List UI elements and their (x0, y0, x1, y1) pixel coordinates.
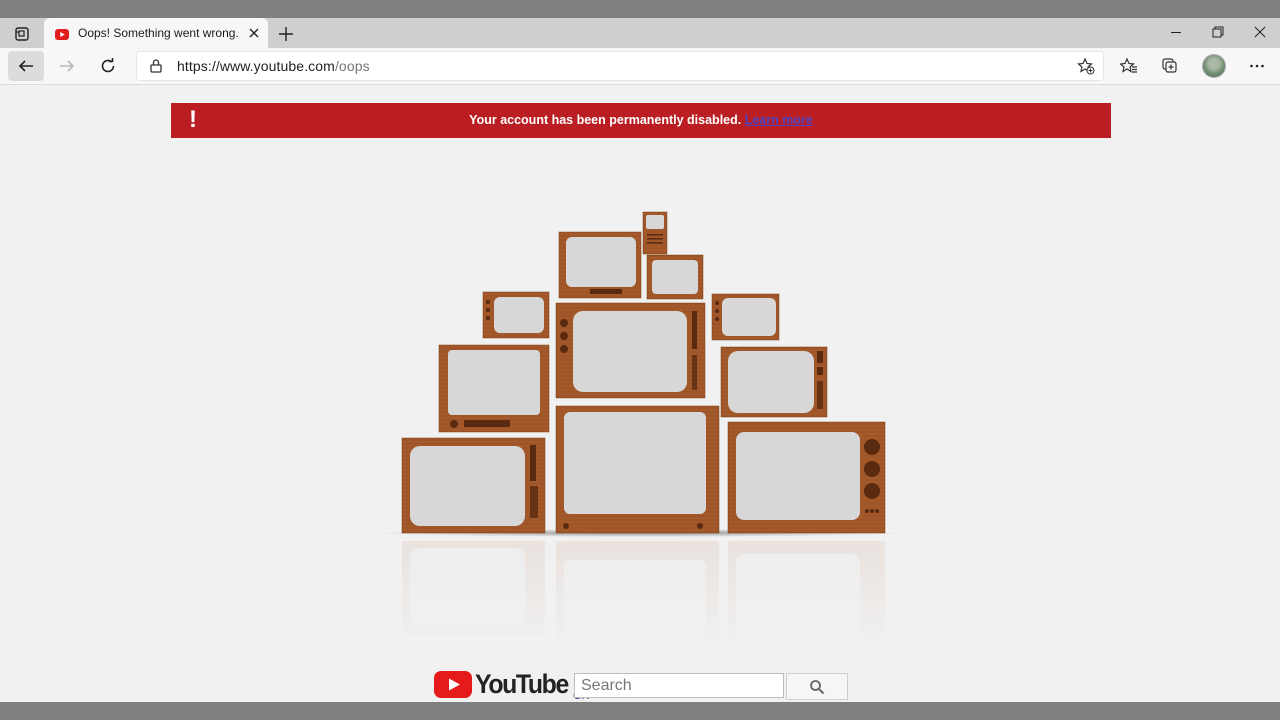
youtube-favicon (55, 27, 69, 45)
profile-avatar[interactable] (1202, 54, 1226, 78)
page-content: ! Your account has been permanently disa… (0, 85, 1280, 702)
url-text: https://www.youtube.com/oops (177, 58, 370, 74)
favorites-icon[interactable] (1111, 51, 1147, 81)
collections-icon[interactable] (1152, 51, 1188, 81)
browser-toolbar: https://www.youtube.com/oops (0, 48, 1280, 85)
restore-icon[interactable] (1196, 18, 1240, 46)
learn-more-link[interactable]: Learn more (745, 113, 813, 127)
error-banner: ! Your account has been permanently disa… (171, 103, 1111, 138)
tab-strip: Oops! Something went wrong. - (0, 18, 1280, 48)
youtube-wordmark: YouTube (475, 669, 569, 699)
banner-message: Your account has been permanently disabl… (469, 113, 813, 127)
youtube-logo[interactable]: YouTube GR (434, 669, 589, 702)
add-favorite-icon[interactable] (1077, 57, 1095, 80)
window-close-icon[interactable] (1238, 18, 1280, 46)
back-icon[interactable] (8, 51, 44, 81)
search-button[interactable] (786, 673, 848, 700)
tab-youtube[interactable]: Oops! Something went wrong. - (44, 18, 268, 48)
browser-window: Oops! Something went wrong. - https://ww… (0, 18, 1280, 702)
more-icon[interactable] (1239, 51, 1275, 81)
search-icon (810, 679, 825, 694)
close-icon[interactable] (247, 26, 261, 40)
minimize-icon[interactable] (1154, 18, 1198, 46)
address-bar[interactable]: https://www.youtube.com/oops (136, 51, 1104, 81)
tv-stack-illustration (370, 211, 910, 650)
forward-icon[interactable] (49, 51, 85, 81)
workspaces-icon[interactable] (8, 23, 36, 45)
lock-icon[interactable] (149, 58, 163, 79)
refresh-icon[interactable] (90, 51, 126, 81)
new-tab-icon[interactable] (276, 24, 296, 44)
youtube-logo-icon (434, 671, 472, 698)
search-input[interactable]: Search (574, 673, 784, 698)
tab-title: Oops! Something went wrong. - (78, 26, 238, 40)
